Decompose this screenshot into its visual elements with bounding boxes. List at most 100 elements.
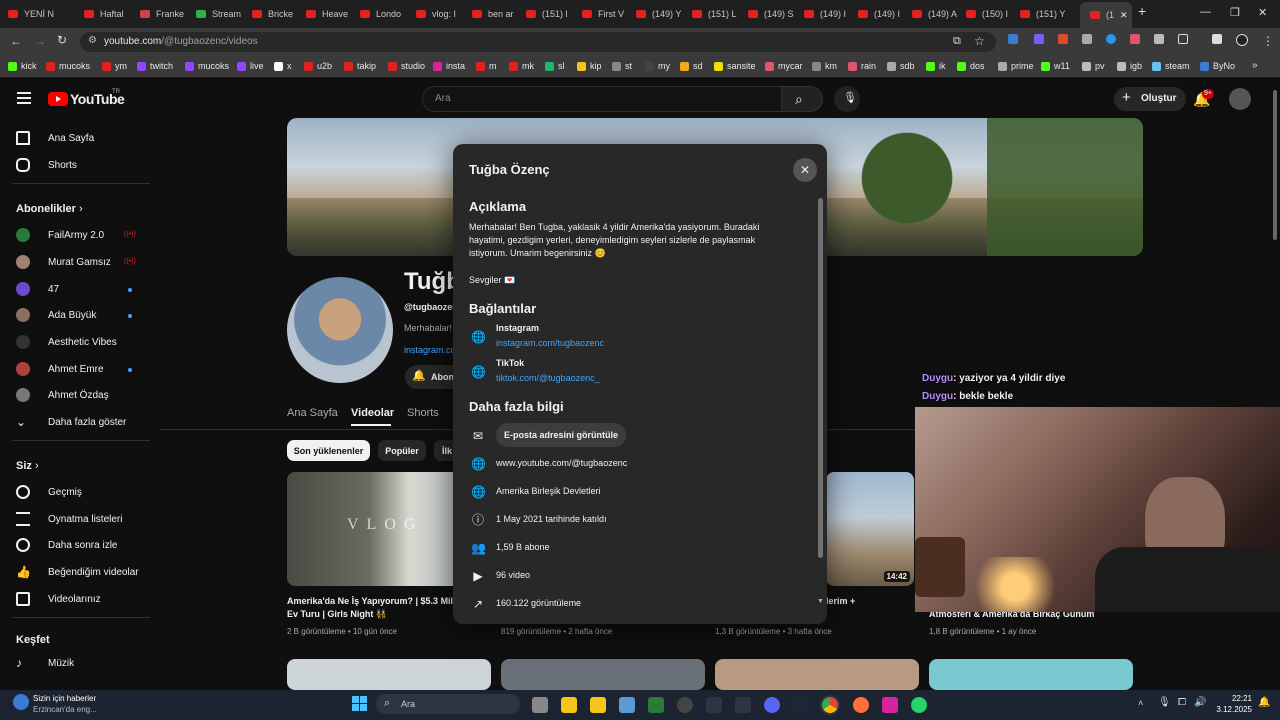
video-thumbnail[interactable] [287, 659, 491, 690]
bookmark-my[interactable]: my [645, 61, 670, 71]
search-button[interactable]: ⌕ [781, 86, 823, 112]
notification-center-icon[interactable]: 🔔 [1258, 697, 1270, 708]
account-avatar[interactable] [1229, 88, 1251, 110]
extension-icon[interactable] [1082, 34, 1092, 44]
microphone-tray-icon[interactable]: 🎙 [1158, 697, 1171, 708]
browser-tab[interactable]: Bricke [252, 4, 304, 24]
chip-latest[interactable]: Son yüklenenler [287, 440, 370, 461]
channel-link[interactable]: instagram.co [404, 345, 456, 355]
create-button[interactable]: + Oluştur [1114, 87, 1186, 111]
bookmark-insta[interactable]: insta [433, 61, 465, 71]
browser-tab[interactable]: (149) I [858, 4, 910, 24]
bookmark-sdb[interactable]: sdb [887, 61, 915, 71]
bookmark-sansite[interactable]: sansite [714, 61, 756, 71]
windows-start-icon[interactable] [352, 696, 368, 712]
bookmark-steam[interactable]: steam [1152, 61, 1190, 71]
site-info-icon[interactable]: ⚙ [88, 35, 97, 46]
browser-tab[interactable]: Franke [140, 4, 192, 24]
weather-widget-icon[interactable] [13, 694, 29, 710]
bookmark-prime[interactable]: prime [998, 61, 1034, 71]
file-explorer-icon[interactable] [561, 697, 577, 713]
whatsapp-icon[interactable] [911, 697, 927, 713]
bookmark-mucoks[interactable]: mucoks [46, 61, 90, 71]
app-icon[interactable] [648, 697, 664, 713]
bookmark-sl[interactable]: sl [545, 61, 565, 71]
browser-tab[interactable]: YENİ N [8, 4, 70, 24]
extension-icon[interactable] [1008, 34, 1018, 44]
bookmark-x[interactable]: x [274, 61, 292, 71]
channel-avatar[interactable] [287, 277, 393, 383]
sidebar-sub-item[interactable]: Ahmet Emre [16, 359, 104, 379]
tiktok-link[interactable]: tiktok.com/@tugbaozenc_ [496, 373, 600, 383]
video-thumbnail[interactable] [929, 659, 1133, 690]
bookmark-kip[interactable]: kip [577, 61, 602, 71]
taskbar-search[interactable]: ⌕ Ara [376, 694, 520, 714]
sidebar-sub-item[interactable]: Murat Gamsız [16, 252, 111, 272]
tab-videos[interactable]: Videolar [351, 407, 394, 419]
sidebar-sub-item[interactable]: 47 [16, 279, 59, 299]
clock-date[interactable]: 3.12.2025 [1204, 705, 1252, 714]
folder-icon[interactable] [590, 697, 606, 713]
voice-search-button[interactable]: 🎙 [834, 86, 860, 112]
youtube-logo-icon[interactable] [48, 92, 68, 106]
browser-tab[interactable]: Haftal [84, 4, 136, 24]
bookmark-star-icon[interactable]: ☆ [974, 34, 985, 48]
maximize-icon[interactable]: ❐ [1230, 6, 1240, 19]
sidebar-sub-item[interactable]: Ahmet Özdaş [16, 385, 109, 405]
subscriptions-heading[interactable]: Abonelikler › [16, 203, 83, 215]
bookmark-dos[interactable]: dos [957, 61, 985, 71]
bookmark-igb[interactable]: igb [1117, 61, 1142, 71]
extension-icon[interactable] [1130, 34, 1140, 44]
bookmark-mycar[interactable]: mycar [765, 61, 803, 71]
sidebar-item-music[interactable]: ♪ Müzik [16, 653, 74, 673]
bookmark-mk[interactable]: mk [509, 61, 534, 71]
bookmark-pv[interactable]: pv [1082, 61, 1105, 71]
reading-list-icon[interactable] [1212, 34, 1222, 44]
browser-tab[interactable]: Heave [306, 4, 358, 24]
profile-avatar-icon[interactable] [1236, 34, 1248, 46]
video-thumbnail[interactable] [501, 659, 705, 690]
bookmark-m[interactable]: m [476, 61, 497, 71]
browser-tab[interactable]: (149) I [804, 4, 856, 24]
tab-home[interactable]: Ana Sayfa [287, 407, 338, 419]
browser-tab[interactable]: (149) A [912, 4, 964, 24]
you-heading[interactable]: Siz › [16, 460, 39, 472]
search-input[interactable]: Ara [422, 86, 782, 112]
close-icon[interactable]: ✕ [793, 158, 817, 182]
chrome-icon[interactable] [822, 697, 838, 713]
tray-overflow-icon[interactable]: ˄ [1138, 698, 1143, 708]
app-icon[interactable] [735, 697, 751, 713]
bookmark-w11[interactable]: w11 [1041, 61, 1070, 71]
close-tab-icon[interactable]: ✕ [1120, 10, 1128, 21]
sidebar-item-your-videos[interactable]: Videolarınız [16, 589, 101, 609]
sidebar-item-watch-later[interactable]: Daha sonra izle [16, 535, 117, 555]
tab-shorts[interactable]: Shorts [407, 407, 439, 419]
bookmark-km[interactable]: km [812, 61, 837, 71]
chip-popular[interactable]: Popüler [378, 440, 426, 461]
firefox-icon[interactable] [853, 697, 869, 713]
new-tab-icon[interactable]: + [1138, 3, 1146, 19]
browser-tab[interactable]: (149) Y [636, 4, 688, 24]
video-thumbnail[interactable]: 14:42 [826, 472, 914, 586]
settings-icon[interactable] [619, 697, 635, 713]
minimize-icon[interactable]: — [1200, 6, 1211, 18]
instagram-icon[interactable] [882, 697, 898, 713]
browser-menu-icon[interactable]: ⋮ [1262, 34, 1274, 48]
sidebar-item-playlists[interactable]: Oynatma listeleri [16, 509, 122, 529]
browser-tab-active[interactable]: (1 ✕ [1080, 2, 1132, 28]
show-more-button[interactable]: ⌄ Daha fazla göster [16, 412, 126, 432]
clock-time[interactable]: 22:21 [1224, 694, 1252, 703]
bookmark-sd[interactable]: sd [680, 61, 703, 71]
bookmark-twitch[interactable]: twitch [137, 61, 173, 71]
network-icon[interactable]: ⧠ [1178, 697, 1186, 708]
reload-icon[interactable]: ↻ [57, 33, 67, 47]
browser-tab[interactable]: Stream [196, 4, 248, 24]
browser-tab[interactable]: First V [582, 4, 634, 24]
bookmark-st[interactable]: st [612, 61, 632, 71]
browser-tab[interactable]: ben ar [472, 4, 524, 24]
browser-tab[interactable]: (151) l [526, 4, 578, 24]
sidebar-item-shorts[interactable]: Shorts [16, 155, 77, 175]
app-icon[interactable] [677, 697, 693, 713]
instagram-link[interactable]: instagram.com/tugbaozenc [496, 338, 604, 348]
more-bookmarks-icon[interactable]: » [1252, 60, 1258, 71]
